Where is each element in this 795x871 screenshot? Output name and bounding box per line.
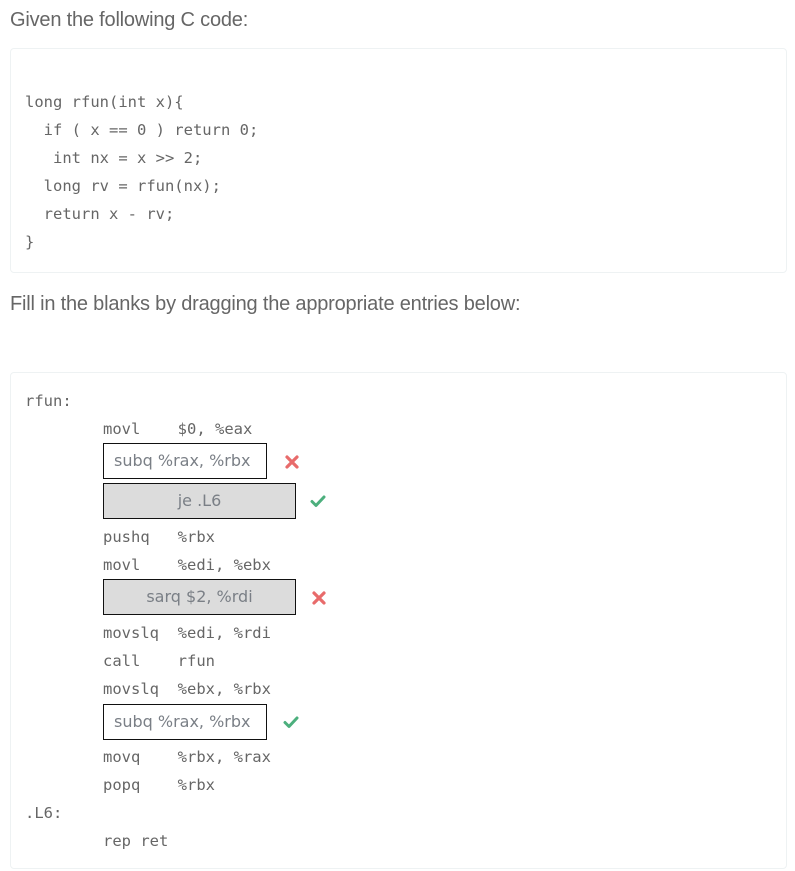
code-line: if ( x == 0 ) return 0; [25, 121, 259, 139]
asm-line: popq %rbx [103, 776, 215, 794]
blank-slot-3[interactable]: sarq $2, %rdi [103, 579, 296, 615]
code-line: return x - rv; [25, 205, 175, 223]
correct-check-icon [283, 716, 299, 728]
incorrect-x-icon [312, 591, 326, 605]
incorrect-x-icon [285, 455, 299, 469]
code-line: } [25, 233, 35, 251]
instruction-heading: Given the following C code: [10, 9, 249, 31]
asm-line: movl %edi, %ebx [103, 556, 271, 574]
asm-line: pushq %rbx [103, 528, 215, 546]
code-line: long rv = rfun(nx); [25, 177, 221, 195]
c-code-block: long rfun(int x){ if ( x == 0 ) return 0… [10, 48, 787, 273]
blank-slot-4[interactable]: subq %rax, %rbx [103, 704, 267, 740]
drag-instruction-heading: Fill in the blanks by dragging the appro… [10, 293, 521, 315]
asm-line: rep ret [103, 832, 169, 850]
asm-line: movslq %ebx, %rbx [103, 680, 271, 698]
blank-slot-2[interactable]: je .L6 [103, 483, 296, 519]
asm-line: movl $0, %eax [103, 420, 253, 438]
label-rfun: rfun: [25, 392, 72, 410]
blank-slot-1[interactable]: subq %rax, %rbx [103, 443, 267, 479]
code-line: int nx = x >> 2; [25, 149, 203, 167]
asm-line: movslq %edi, %rdi [103, 624, 271, 642]
code-line: long rfun(int x){ [25, 93, 184, 111]
label-l6: .L6: [25, 804, 63, 822]
asm-line: movq %rbx, %rax [103, 748, 271, 766]
asm-line: call rfun [103, 652, 215, 670]
correct-check-icon [310, 495, 326, 507]
assembly-block: rfun: movl $0, %eax subq %rax, %rbx je .… [10, 372, 787, 869]
